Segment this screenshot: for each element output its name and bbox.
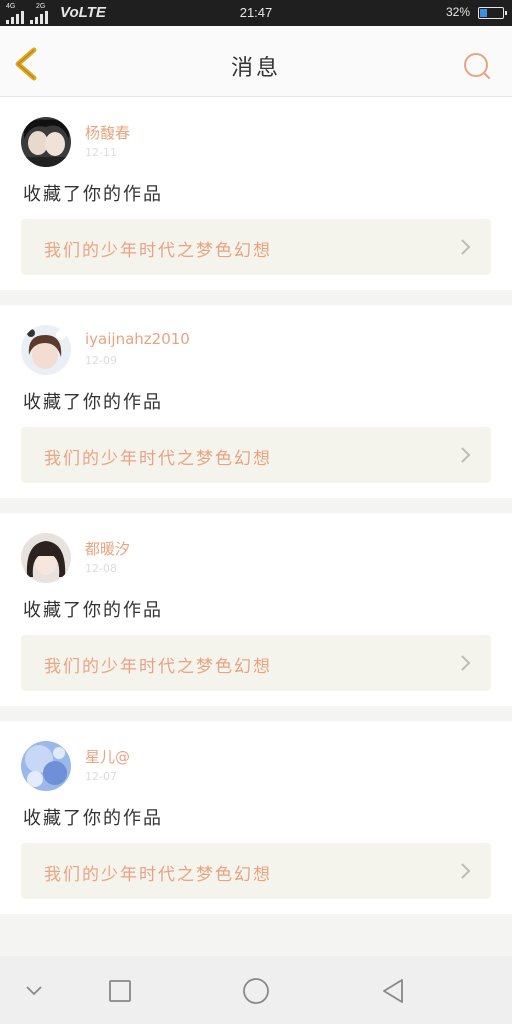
message-item: iyaijnahz2010 12-09 收藏了你的作品 我们的少年时代之梦色幻想	[0, 305, 512, 498]
search-button[interactable]	[462, 51, 492, 81]
hide-nav-button[interactable]	[16, 973, 52, 1009]
message-date: 12-07	[85, 770, 117, 783]
sender-name[interactable]: 星儿@	[85, 746, 130, 767]
avatar[interactable]	[21, 533, 71, 583]
work-title: 我们的少年时代之梦色幻想	[44, 241, 272, 261]
message-item: 都暖汐 12-08 收藏了你的作品 我们的少年时代之梦色幻想	[0, 513, 512, 706]
battery-percent: 32%	[445, 5, 470, 19]
work-title: 我们的少年时代之梦色幻想	[44, 865, 272, 885]
sender-name[interactable]: 都暖汐	[85, 538, 130, 559]
chevron-down-icon	[26, 986, 42, 996]
message-item: 星儿@ 12-07 收藏了你的作品 我们的少年时代之梦色幻想	[0, 721, 512, 914]
recents-button[interactable]	[102, 973, 138, 1009]
battery-icon	[478, 7, 507, 19]
message-date: 12-09	[85, 354, 117, 367]
app-header: 消息	[0, 26, 512, 97]
work-link[interactable]: 我们的少年时代之梦色幻想	[21, 635, 491, 691]
avatar[interactable]	[21, 117, 71, 167]
message-text: 收藏了你的作品	[23, 808, 163, 829]
chevron-right-icon	[461, 655, 471, 671]
search-icon	[464, 53, 490, 79]
avatar[interactable]	[21, 325, 71, 375]
status-bar: 4G 2G VoLTE 21:47 32%	[0, 0, 512, 26]
work-link[interactable]: 我们的少年时代之梦色幻想	[21, 219, 491, 275]
chevron-right-icon	[461, 447, 471, 463]
chevron-right-icon	[461, 239, 471, 255]
square-icon	[109, 980, 131, 1002]
chevron-right-icon	[461, 863, 471, 879]
back-nav-button[interactable]	[376, 973, 412, 1009]
message-text: 收藏了你的作品	[23, 600, 163, 621]
system-navigation-bar	[0, 956, 512, 1024]
avatar[interactable]	[21, 741, 71, 791]
work-title: 我们的少年时代之梦色幻想	[44, 449, 272, 469]
work-link[interactable]: 我们的少年时代之梦色幻想	[21, 427, 491, 483]
circle-icon	[243, 978, 269, 1004]
sender-name[interactable]: 杨馥春	[85, 122, 130, 143]
page-title: 消息	[230, 56, 281, 81]
message-list: 杨馥春 12-11 收藏了你的作品 我们的少年时代之梦色幻想 iyaijnahz…	[0, 97, 512, 929]
work-title: 我们的少年时代之梦色幻想	[44, 657, 272, 677]
message-date: 12-11	[85, 146, 117, 159]
message-date: 12-08	[85, 562, 117, 575]
clock: 21:47	[239, 5, 273, 20]
work-link[interactable]: 我们的少年时代之梦色幻想	[21, 843, 491, 899]
triangle-back-icon	[383, 979, 403, 1003]
message-text: 收藏了你的作品	[23, 184, 163, 205]
sender-name[interactable]: iyaijnahz2010	[85, 330, 190, 348]
message-item: 杨馥春 12-11 收藏了你的作品 我们的少年时代之梦色幻想	[0, 97, 512, 290]
message-text: 收藏了你的作品	[23, 392, 163, 413]
home-button[interactable]	[238, 973, 274, 1009]
